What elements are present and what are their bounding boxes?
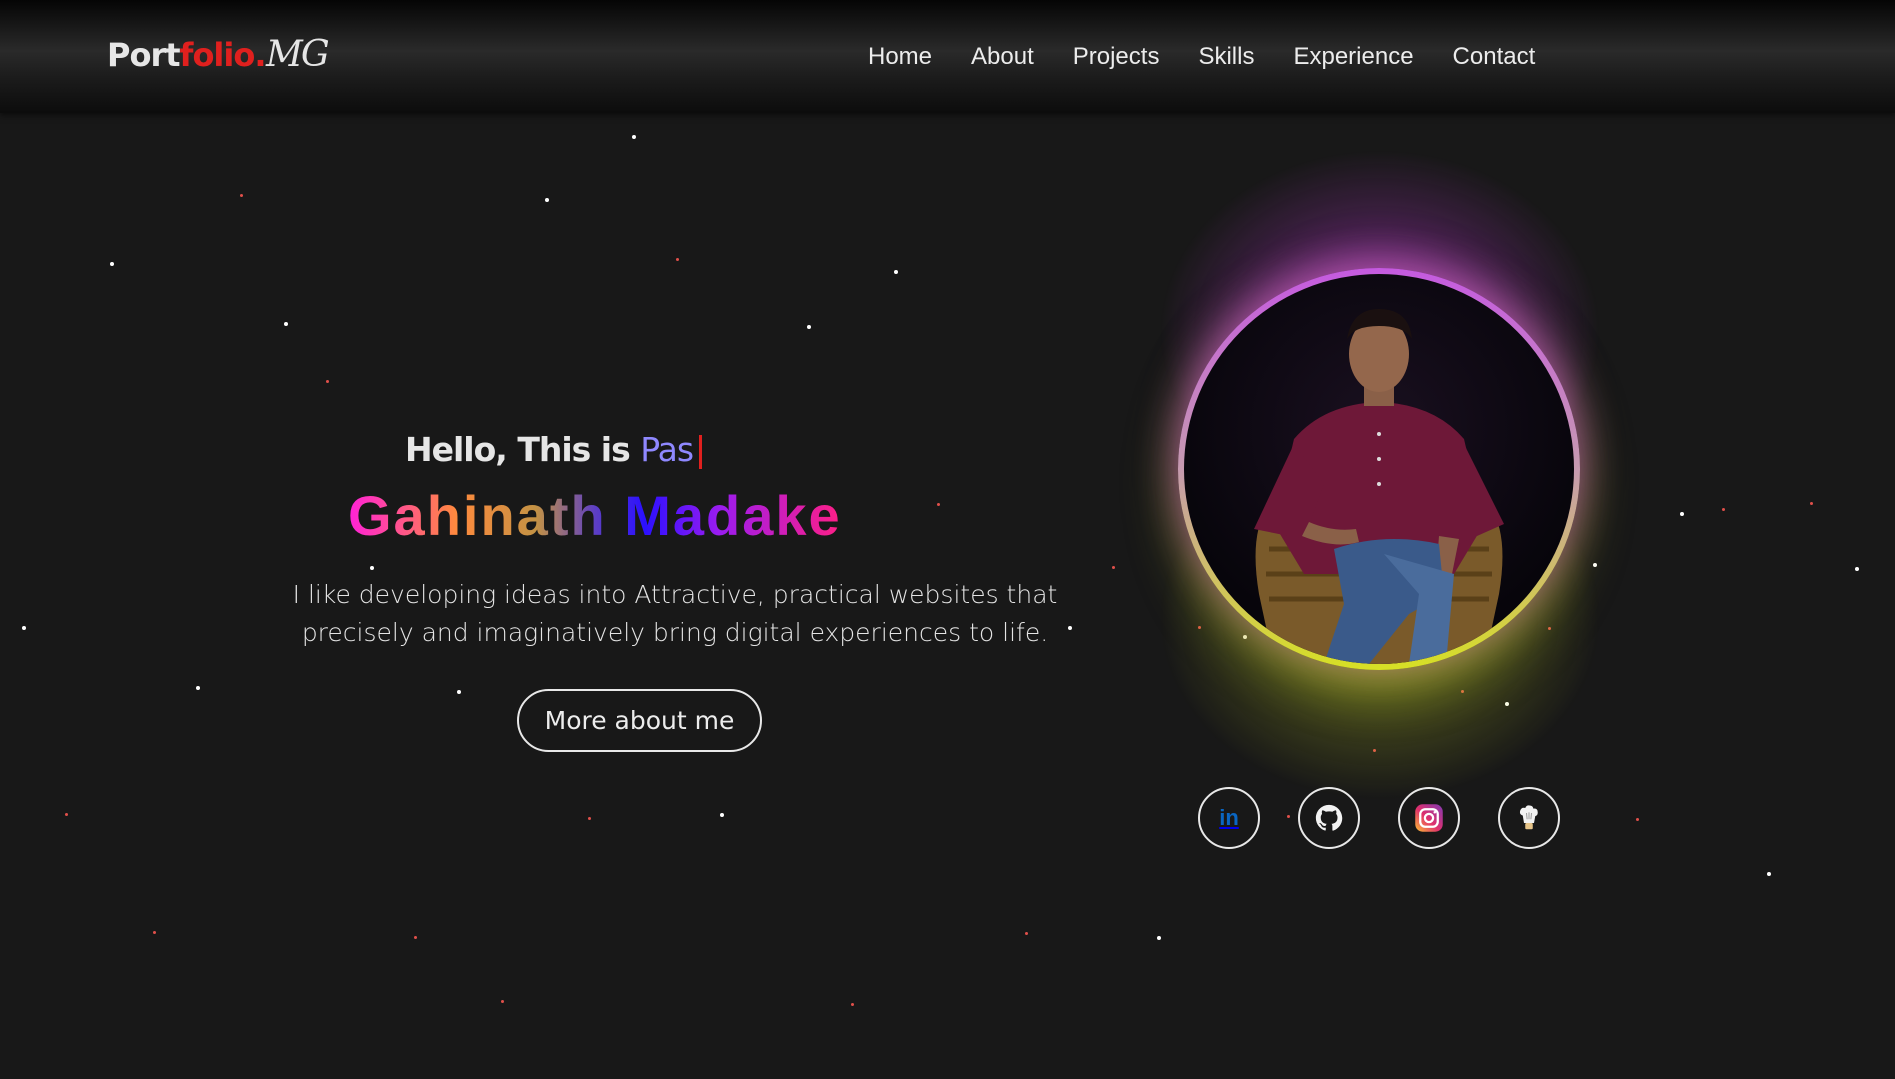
linkedin-icon: in	[1219, 805, 1239, 830]
star	[1810, 502, 1813, 505]
star	[1025, 932, 1028, 935]
star	[937, 503, 940, 506]
instagram-link[interactable]	[1398, 787, 1460, 849]
star	[196, 686, 200, 690]
main-nav: Home About Projects Skills Experience Co…	[868, 43, 1574, 71]
star	[894, 270, 898, 274]
star	[851, 1003, 854, 1006]
star	[110, 262, 114, 266]
typed-text: Pas	[640, 430, 694, 469]
social-links: in	[1198, 787, 1598, 849]
portrait-illustration	[1254, 309, 1504, 664]
nav-experience[interactable]: Experience	[1293, 43, 1413, 71]
github-icon	[1315, 804, 1343, 831]
nav-projects[interactable]: Projects	[1073, 43, 1160, 71]
logo-text-2: folio.	[179, 36, 267, 74]
greeting-text: Hello, This is	[405, 430, 641, 469]
linkedin-link[interactable]: in	[1198, 787, 1260, 849]
logo[interactable]: Portfolio.	[107, 36, 266, 74]
star	[326, 380, 329, 383]
star	[457, 690, 461, 694]
star	[22, 626, 26, 630]
star	[1636, 818, 1639, 821]
typing-cursor	[699, 434, 703, 469]
star	[807, 325, 811, 329]
star	[240, 194, 243, 197]
signature-logo: MG	[266, 34, 330, 75]
star	[676, 258, 679, 261]
star	[284, 322, 288, 326]
hero-description: I like developing ideas into Attractive,…	[280, 576, 1070, 652]
logo-text-1: Port	[107, 36, 181, 74]
star	[545, 198, 549, 202]
star	[414, 936, 417, 939]
greeting: Hello, This is Pas	[405, 430, 703, 469]
github-link[interactable]	[1298, 787, 1360, 849]
avatar	[1178, 268, 1580, 670]
description-line-2: precisely and imaginatively bring digita…	[301, 618, 1049, 647]
star	[1855, 567, 1859, 571]
star	[370, 566, 374, 570]
star	[720, 813, 724, 817]
nav-skills[interactable]: Skills	[1198, 43, 1254, 71]
nav-home[interactable]: Home	[868, 43, 932, 71]
chef-link[interactable]	[1498, 787, 1560, 849]
star	[65, 813, 68, 816]
header: Portfolio. MG Home About Projects Skills…	[0, 0, 1895, 113]
star	[588, 817, 591, 820]
nav-about[interactable]: About	[971, 43, 1034, 71]
star	[153, 931, 156, 934]
nav-contact[interactable]: Contact	[1453, 43, 1536, 71]
more-about-me-button[interactable]: More about me	[517, 689, 762, 752]
chef-icon	[1519, 805, 1538, 830]
instagram-icon	[1415, 804, 1443, 832]
avatar-photo	[1184, 274, 1574, 664]
star	[632, 135, 636, 139]
hero-name: Gahinath Madake	[348, 484, 842, 547]
star	[501, 1000, 504, 1003]
star	[1157, 936, 1161, 940]
description-line-1: I like developing ideas into Attractive,…	[292, 580, 1058, 609]
star	[1767, 872, 1771, 876]
